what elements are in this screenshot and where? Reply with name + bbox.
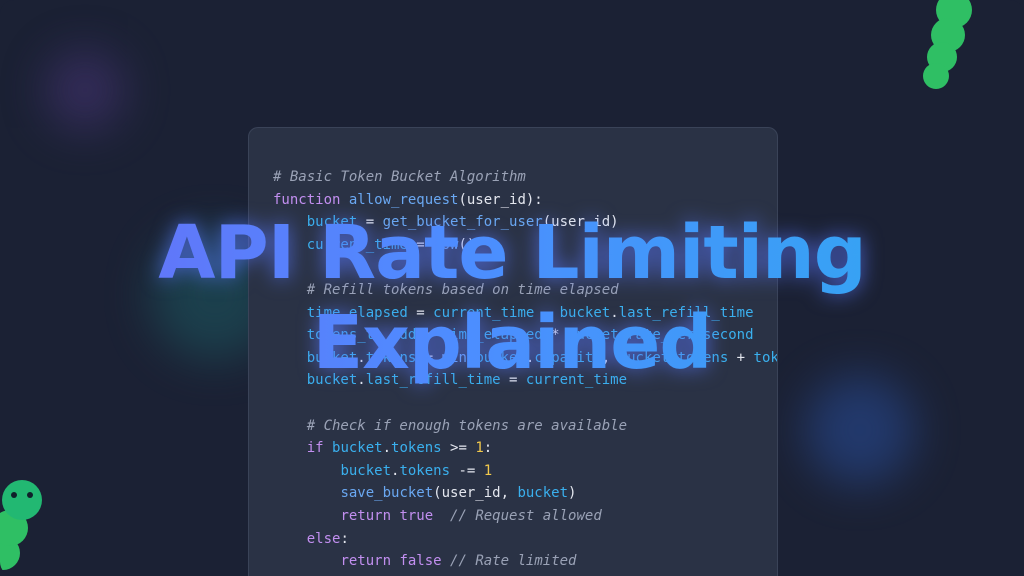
code-token: else bbox=[306, 530, 341, 547]
code-line: if bucket.tokens >= 1: bbox=[273, 437, 777, 460]
code-token: true bbox=[399, 507, 434, 524]
code-line: else: bbox=[273, 528, 777, 551]
code-token: : bbox=[340, 530, 349, 547]
code-token: (user_id, bbox=[433, 485, 518, 502]
code-token: function bbox=[273, 191, 341, 208]
video-title: API Rate Limiting Explained bbox=[0, 208, 1024, 388]
code-line: bucket.tokens -= 1 bbox=[273, 460, 777, 483]
code-token: -= bbox=[450, 462, 484, 479]
code-token: # Check if enough tokens are available bbox=[306, 417, 628, 434]
code-line: return true // Request allowed bbox=[273, 505, 777, 528]
code-token: bucket bbox=[340, 462, 392, 479]
code-line: # Check if enough tokens are available bbox=[273, 415, 777, 438]
code-token: 1 bbox=[483, 462, 493, 479]
title-line-2: Explained bbox=[312, 300, 712, 386]
code-token: tokens bbox=[391, 440, 442, 457]
code-token: save_bucket bbox=[340, 485, 434, 502]
code-token: return bbox=[340, 507, 392, 524]
code-token: # Basic Token Bucket Algorithm bbox=[273, 169, 526, 185]
code-token: // Rate limited bbox=[450, 553, 577, 570]
code-token: bucket bbox=[332, 440, 383, 457]
thumbnail-canvas: # Basic Token Bucket Algorithm function a… bbox=[0, 0, 1024, 576]
code-token: : bbox=[483, 440, 493, 457]
code-token: bucket bbox=[517, 485, 569, 502]
code-token: (user_id): bbox=[458, 191, 543, 208]
code-token: ) bbox=[568, 485, 577, 502]
code-token: false bbox=[399, 553, 442, 570]
code-line: save_bucket(user_id, bucket) bbox=[273, 482, 777, 505]
code-token: // Request allowed bbox=[450, 507, 602, 524]
code-token: 1 bbox=[475, 440, 484, 457]
background-glow-blue bbox=[805, 375, 915, 485]
code-token: >= bbox=[441, 440, 476, 457]
code-token: if bbox=[306, 440, 324, 457]
code-token: allow_request bbox=[348, 191, 459, 208]
code-line: # Basic Token Bucket Algorithm bbox=[273, 166, 777, 189]
title-line-1: API Rate Limiting bbox=[158, 210, 866, 296]
code-token: tokens bbox=[399, 462, 451, 479]
code-line: return false // Rate limited bbox=[273, 550, 777, 573]
background-glow-purple bbox=[45, 50, 125, 130]
code-token: . bbox=[382, 440, 392, 457]
code-token: return bbox=[340, 553, 392, 570]
